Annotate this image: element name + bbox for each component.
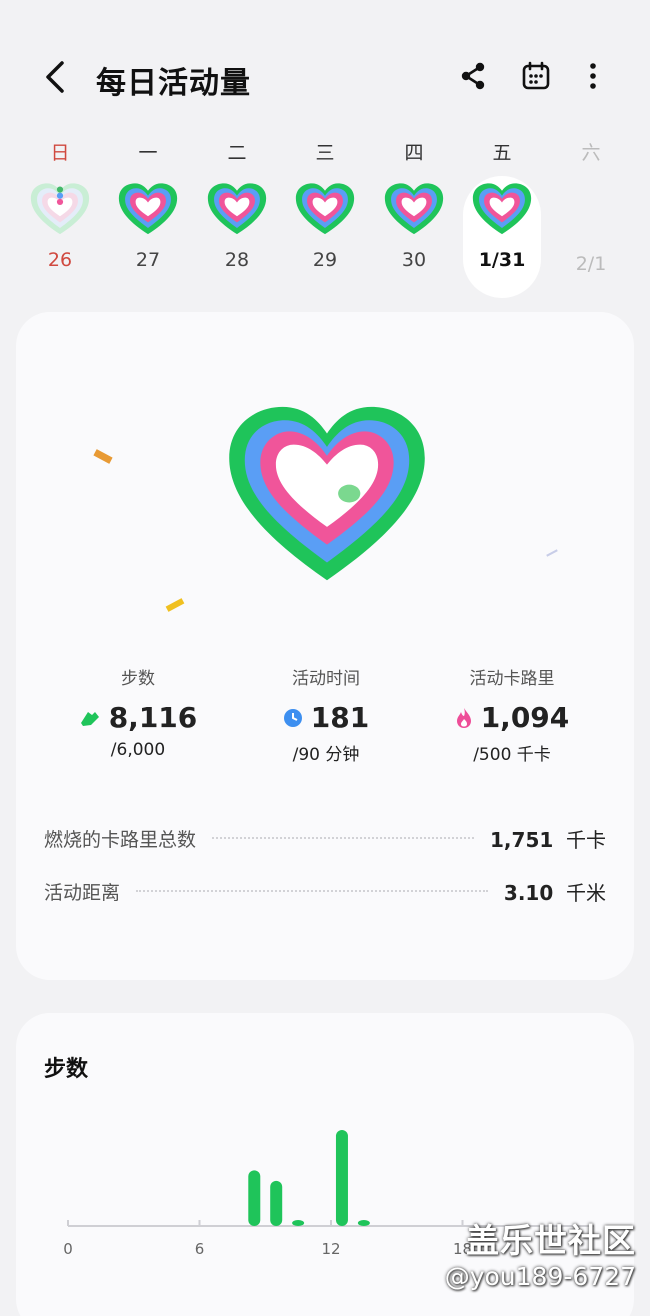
day-sunday[interactable]: 日 26 bbox=[25, 138, 95, 298]
day-label: 五 bbox=[492, 142, 512, 164]
watermark-community: 盖乐世社区 bbox=[466, 1221, 636, 1260]
distance-label: 活动距离 bbox=[44, 881, 121, 904]
day-date: 27 bbox=[135, 249, 161, 271]
heart-progress-dot bbox=[56, 198, 64, 206]
week-selector: 日 26 一 27 二 28 三 29 四 30 五 1/31 六 2/1 bbox=[15, 138, 650, 303]
active-time-label: 活动时间 bbox=[292, 669, 360, 689]
steps-label: 步数 bbox=[121, 669, 155, 689]
day-date: 28 bbox=[224, 249, 250, 271]
total-calories-label: 燃烧的卡路里总数 bbox=[44, 828, 197, 851]
heart-progress-dot bbox=[56, 186, 64, 193]
day-date: 2/1 bbox=[575, 253, 607, 275]
activity-heart-icon bbox=[117, 182, 179, 244]
calories-value: 1,094 bbox=[480, 701, 570, 734]
active-time-value: 181 bbox=[310, 701, 370, 734]
day-date: 30 bbox=[401, 249, 427, 271]
activity-rings-heart-icon bbox=[229, 406, 425, 581]
day-date: 1/31 bbox=[478, 249, 526, 271]
x-tick-label: 6 bbox=[195, 1240, 205, 1258]
day-thursday[interactable]: 四 30 bbox=[379, 138, 449, 298]
share-icon bbox=[461, 62, 485, 90]
watermark-user: @you189-6727 bbox=[444, 1262, 636, 1291]
back-button[interactable] bbox=[30, 52, 80, 102]
heart-progress-dot bbox=[56, 192, 64, 199]
calories-goal: /500 千卡 bbox=[473, 745, 551, 765]
calories-label: 活动卡路里 bbox=[469, 669, 555, 689]
day-label: 一 bbox=[138, 142, 158, 164]
day-date: 26 bbox=[47, 249, 73, 271]
step-bar bbox=[335, 1130, 348, 1226]
activity-heart-icon bbox=[383, 182, 445, 244]
back-icon bbox=[46, 61, 64, 93]
steps-value: 8,116 bbox=[108, 701, 198, 734]
page-title: 每日活动量 bbox=[96, 66, 251, 101]
share-button[interactable] bbox=[451, 54, 495, 98]
confetti-decoration bbox=[93, 449, 113, 464]
day-monday[interactable]: 一 27 bbox=[113, 138, 183, 298]
total-calories-value: 1,751 千卡 bbox=[490, 827, 606, 852]
step-bar bbox=[248, 1170, 261, 1226]
activity-heart-icon bbox=[294, 182, 356, 244]
day-label: 日 bbox=[50, 142, 70, 164]
confetti-decoration bbox=[165, 598, 185, 612]
activity-heart-icon bbox=[29, 182, 91, 244]
flame-icon bbox=[456, 707, 471, 728]
day-tuesday[interactable]: 二 28 bbox=[202, 138, 272, 298]
day-label: 六 bbox=[581, 142, 601, 164]
activity-heart-icon bbox=[206, 182, 268, 244]
daily-activity-screen: 每日活动量 日 26 一 27 二 28 三 29 四 30 五 1/31 六 … bbox=[0, 0, 650, 1316]
day-wednesday[interactable]: 三 29 bbox=[290, 138, 360, 298]
activity-summary-card: 步数 8,116 /6,000 活动时间 181 /90 分钟 活动卡路里 1,… bbox=[16, 312, 634, 980]
app-header: 每日活动量 bbox=[0, 0, 650, 130]
distance-value: 3.10 千米 bbox=[503, 880, 606, 905]
step-bar bbox=[357, 1220, 370, 1226]
confetti-decoration bbox=[546, 549, 558, 557]
active-time-stat[interactable]: 活动时间 181 /90 分钟 bbox=[226, 664, 426, 765]
day-date: 29 bbox=[312, 249, 338, 271]
day-label: 四 bbox=[404, 142, 424, 164]
day-label: 三 bbox=[315, 142, 335, 164]
activity-stats: 步数 8,116 /6,000 活动时间 181 /90 分钟 活动卡路里 1,… bbox=[16, 664, 634, 774]
day-friday-selected[interactable]: 五 1/31 bbox=[463, 138, 541, 298]
day-saturday[interactable]: 六 2/1 bbox=[556, 138, 626, 298]
x-tick-label: 0 bbox=[63, 1240, 73, 1258]
step-bar bbox=[270, 1180, 283, 1226]
step-bar bbox=[292, 1220, 305, 1226]
more-options-button[interactable] bbox=[571, 54, 615, 98]
steps-stat[interactable]: 步数 8,116 /6,000 bbox=[38, 664, 238, 760]
steps-goal: /6,000 bbox=[110, 740, 166, 760]
total-calories-row: 燃烧的卡路里总数 1,751 千卡 bbox=[44, 823, 606, 853]
more-vertical-icon bbox=[590, 63, 596, 89]
x-tick-label: 12 bbox=[321, 1240, 340, 1258]
dotted-leader bbox=[136, 890, 488, 892]
distance-row: 活动距离 3.10 千米 bbox=[44, 876, 606, 906]
active-time-goal: /90 分钟 bbox=[292, 745, 360, 765]
dotted-leader bbox=[212, 837, 475, 839]
calendar-button[interactable] bbox=[514, 54, 558, 98]
day-label: 二 bbox=[227, 142, 247, 164]
shoe-icon bbox=[80, 711, 99, 726]
calories-stat[interactable]: 活动卡路里 1,094 /500 千卡 bbox=[412, 664, 612, 765]
clock-icon bbox=[283, 708, 302, 727]
calendar-icon bbox=[522, 61, 550, 90]
activity-heart-icon bbox=[471, 182, 533, 244]
